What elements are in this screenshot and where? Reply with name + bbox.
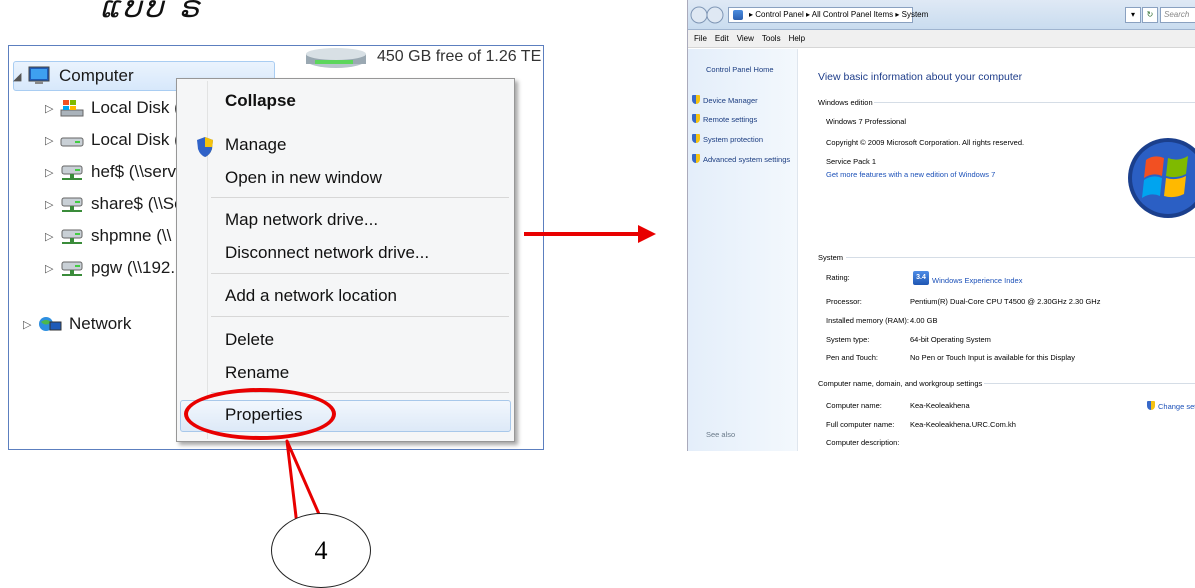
refresh-icon[interactable]: ↻	[1142, 7, 1158, 23]
spec-label: Installed memory (RAM):	[826, 316, 909, 325]
pointer-arrow-head	[638, 225, 656, 243]
spec-value: 64-bit Operating System	[910, 335, 991, 344]
windows-experience-index-link[interactable]: Windows Experience Index	[932, 276, 1022, 285]
breadcrumb-separator: ▸	[749, 10, 754, 19]
sidebar-item-remote-settings[interactable]: Remote settings	[692, 114, 757, 124]
sidebar-item-advanced-settings[interactable]: Advanced system settings	[692, 154, 790, 164]
shield-icon	[1147, 401, 1155, 410]
breadcrumb[interactable]: ▸ Control Panel ▸ All Control Panel Item…	[728, 7, 928, 23]
rating-score-badge[interactable]: 3.4	[913, 271, 929, 285]
menu-edit[interactable]: Edit	[715, 34, 729, 43]
spec-value: No Pen or Touch Input is available for t…	[910, 353, 1075, 362]
section-windows-edition: Windows edition	[818, 98, 873, 107]
menu-bar: File Edit View Tools Help	[688, 30, 1195, 48]
address-bar: ▸ Control Panel ▸ All Control Panel Item…	[688, 0, 1195, 30]
step-number: 4	[314, 535, 328, 565]
section-computer-name: Computer name, domain, and workgroup set…	[818, 379, 983, 388]
system-properties-window: ▸ Control Panel ▸ All Control Panel Item…	[687, 0, 1195, 451]
name-label: Full computer name:	[826, 420, 895, 429]
tasks-sidebar: Control Panel Home Device Manager Remote…	[688, 49, 798, 451]
copyright: Copyright © 2009 Microsoft Corporation. …	[826, 138, 1025, 147]
breadcrumb-system[interactable]: System	[902, 10, 929, 19]
step-number-callout: 4	[271, 513, 371, 588]
search-input[interactable]: Search	[1160, 7, 1195, 23]
sidebar-item-device-manager[interactable]: Device Manager	[692, 95, 758, 105]
more-features-link[interactable]: Get more features with a new edition of …	[826, 170, 995, 179]
windows-edition: Windows 7 Professional	[826, 117, 907, 126]
spec-value: Pentium(R) Dual-Core CPU T4500 @ 2.30GHz…	[910, 297, 1101, 306]
spec-label: System type:	[826, 335, 870, 344]
section-divider	[984, 383, 1195, 384]
name-value: Kea-Keoleakhena	[910, 401, 970, 410]
menu-file[interactable]: File	[694, 34, 707, 43]
menu-view[interactable]: View	[737, 34, 754, 43]
control-panel-icon	[733, 10, 743, 20]
section-system: System	[818, 253, 844, 262]
section-divider	[846, 257, 1195, 258]
windows-logo	[1128, 138, 1195, 218]
sidebar-home-link[interactable]: Control Panel Home	[706, 65, 774, 74]
rating-label: Rating:	[826, 273, 850, 282]
shield-icon	[692, 154, 700, 163]
shield-icon	[692, 95, 700, 104]
shield-icon	[692, 114, 700, 123]
spec-label: Pen and Touch:	[826, 353, 878, 362]
section-divider	[874, 102, 1195, 103]
spec-label: Processor:	[826, 297, 862, 306]
name-label: Computer description:	[826, 438, 900, 447]
dropdown-arrow-icon[interactable]: ▾	[1125, 7, 1141, 23]
name-value: Kea-Keoleakhena.URC.Com.kh	[910, 420, 1016, 429]
page-heading: View basic information about your comput…	[818, 71, 1023, 83]
back-forward-buttons[interactable]	[690, 6, 724, 24]
change-settings-link[interactable]: Change sett	[1147, 401, 1195, 411]
shield-icon	[692, 134, 700, 143]
breadcrumb-all-items[interactable]: All Control Panel Items	[812, 10, 893, 19]
sidebar-item-system-protection[interactable]: System protection	[692, 134, 763, 144]
breadcrumb-control-panel[interactable]: Control Panel	[755, 10, 803, 19]
sidebar-see-also: See also	[706, 430, 736, 439]
spec-value: 4.00 GB	[910, 316, 938, 325]
name-label: Computer name:	[826, 401, 882, 410]
breadcrumb-separator: ▸	[805, 10, 810, 19]
menu-help[interactable]: Help	[789, 34, 805, 43]
breadcrumb-separator: ▸	[895, 10, 900, 19]
service-pack: Service Pack 1	[826, 157, 877, 166]
menu-tools[interactable]: Tools	[762, 34, 781, 43]
